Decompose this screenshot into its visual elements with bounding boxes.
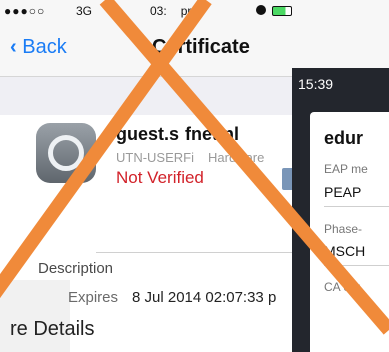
description-label: Description [38, 260, 114, 277]
phase2-select[interactable]: MSCH [324, 243, 365, 259]
certificate-gear-icon [36, 123, 96, 183]
android-status-bar: 15:39 [292, 68, 389, 96]
expires-label: Expires [68, 289, 119, 306]
phase2-label: Phase- [324, 222, 363, 236]
wifi-config-dialog: edur EAP me PEAP Phase- MSCH CA cer [310, 112, 389, 352]
more-details-link[interactable]: re Details [10, 318, 94, 341]
ios-status-bar: ●●●○○ 3G 03: pm [0, 0, 389, 22]
dialog-title: edur [324, 128, 364, 148]
status-time: 03: pm [150, 4, 198, 18]
background-panel [0, 280, 70, 352]
android-screenshot: 15:39 edur EAP me PEAP Phase- MSCH CA ce… [292, 68, 389, 352]
eap-method-select[interactable]: PEAP [324, 184, 361, 200]
certificate-issuer: UTN-USERFi Hardware [116, 150, 265, 165]
verification-status: Not Verified [116, 168, 204, 187]
divider [324, 206, 389, 207]
android-status-time: 15:39 [298, 76, 334, 92]
signal-strength-icon: ●●●○○ [4, 4, 46, 18]
chevron-left-icon: ‹ [10, 36, 17, 58]
battery-icon [272, 6, 292, 16]
certificate-name: guest.s fnet.nl [116, 124, 240, 144]
expires-value: 8 Jul 2014 02:07:33 p [132, 289, 277, 306]
ca-cert-label: CA cer [324, 280, 361, 294]
eap-method-label: EAP me [324, 162, 368, 176]
page-title: Certificate [152, 36, 250, 58]
alarm-icon [256, 5, 266, 15]
network-type: 3G [76, 4, 93, 18]
divider [324, 265, 389, 266]
back-button[interactable]: ‹ Back [10, 36, 67, 59]
